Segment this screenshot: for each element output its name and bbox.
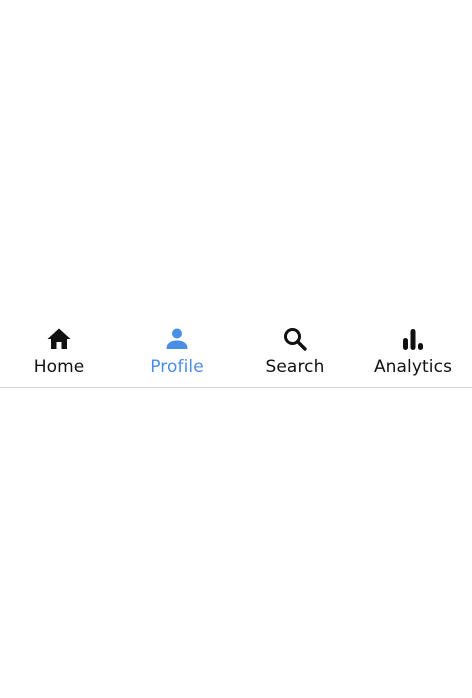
app-screen: Home Profile Search Analytics xyxy=(0,0,472,698)
tab-analytics[interactable]: Analytics xyxy=(354,318,472,388)
person-icon xyxy=(164,326,190,352)
tab-home-label: Home xyxy=(33,357,85,377)
tab-profile-label: Profile xyxy=(150,357,204,377)
tab-home[interactable]: Home xyxy=(0,318,118,388)
bar-chart-icon xyxy=(400,326,426,352)
tab-analytics-label: Analytics xyxy=(373,357,453,377)
tab-search[interactable]: Search xyxy=(236,318,354,388)
bottom-tab-bar: Home Profile Search Analytics xyxy=(0,318,472,388)
home-icon xyxy=(46,326,72,352)
search-icon xyxy=(282,326,308,352)
tab-profile[interactable]: Profile xyxy=(118,318,236,388)
tab-search-label: Search xyxy=(265,357,325,377)
